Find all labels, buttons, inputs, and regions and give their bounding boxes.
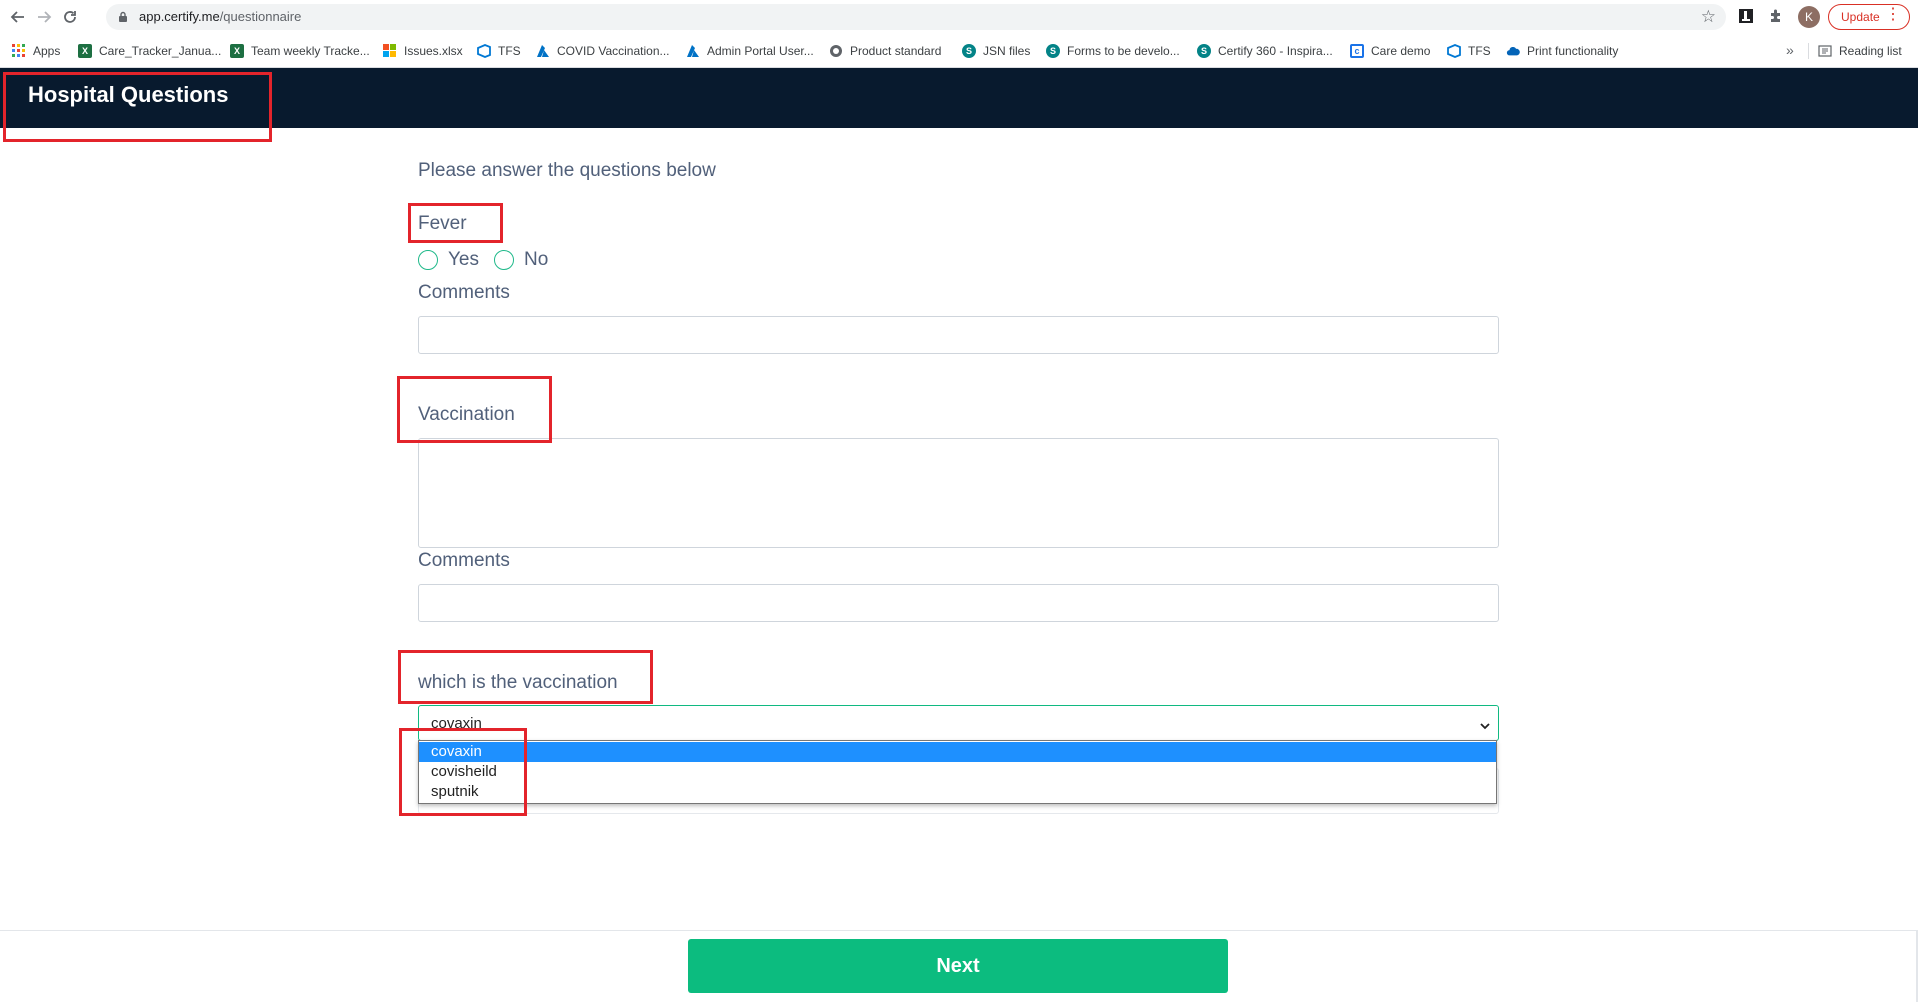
vaccination-dropdown-list: covaxin covisheild sputnik xyxy=(418,740,1497,804)
profile-avatar[interactable]: K xyxy=(1798,6,1820,28)
sharepoint-icon: S xyxy=(1046,44,1060,58)
url-text: app.certify.me/questionnaire xyxy=(139,9,302,24)
azure-devops-icon xyxy=(477,44,491,58)
bookmark-jsn-files[interactable]: S JSN files xyxy=(962,42,1030,60)
fever-comments-input[interactable] xyxy=(418,316,1499,354)
bookmark-label: Care demo xyxy=(1371,44,1431,58)
bookmarks-overflow-chevron[interactable]: » xyxy=(1786,42,1794,58)
bookmark-product-standard[interactable]: Product standard xyxy=(829,42,941,60)
bookmark-print-functionality[interactable]: Print functionality xyxy=(1506,42,1618,60)
bookmark-apps[interactable]: Apps xyxy=(12,42,60,60)
bookmark-care-tracker[interactable]: X Care_Tracker_Janua... xyxy=(78,42,221,60)
bookmark-certify-360[interactable]: S Certify 360 - Inspira... xyxy=(1197,42,1333,60)
bookmark-label: Product standard xyxy=(850,44,942,58)
reading-list-label: Reading list xyxy=(1839,44,1902,58)
azure-icon xyxy=(536,44,550,58)
form-intro-text: Please answer the questions below xyxy=(418,160,716,181)
excel-icon: X xyxy=(78,44,92,58)
bookmark-label: Forms to be develo... xyxy=(1067,44,1180,58)
page-title: Hospital Questions xyxy=(28,82,229,107)
azure-devops-icon xyxy=(1447,44,1461,58)
sharepoint-icon: S xyxy=(962,44,976,58)
bookmark-tfs[interactable]: TFS xyxy=(477,42,521,60)
azure-icon xyxy=(686,44,700,58)
bookmark-label: Care_Tracker_Janua... xyxy=(99,44,222,58)
bookmark-team-weekly-tracker[interactable]: X Team weekly Tracke... xyxy=(230,42,370,60)
bookmark-label: TFS xyxy=(1468,44,1491,58)
web-icon xyxy=(829,44,843,58)
bookmark-star-icon[interactable]: ☆ xyxy=(1701,7,1716,27)
office-icon xyxy=(383,44,397,58)
forward-arrow-icon[interactable] xyxy=(33,6,55,28)
bookmark-label: Certify 360 - Inspira... xyxy=(1218,44,1333,58)
chevron-down-icon xyxy=(1480,718,1490,730)
bookmarks-bar: Apps X Care_Tracker_Janua... X Team week… xyxy=(0,34,1918,68)
question-which-vaccination-label: which is the vaccination xyxy=(418,672,618,693)
bookmark-covid-vaccination[interactable]: COVID Vaccination... xyxy=(536,42,670,60)
app-icon: c xyxy=(1350,44,1364,58)
bookmark-label: Print functionality xyxy=(1527,44,1619,58)
reading-list-button[interactable]: Reading list xyxy=(1818,42,1902,60)
update-label: Update xyxy=(1841,10,1880,24)
fever-yes-radio[interactable] xyxy=(418,250,438,270)
bookmark-admin-portal[interactable]: Admin Portal User... xyxy=(686,42,814,60)
dropdown-option-covaxin[interactable]: covaxin xyxy=(419,742,1496,762)
browser-toolbar: app.certify.me/questionnaire ☆ K Update … xyxy=(0,0,1918,34)
bookmark-label: Team weekly Tracke... xyxy=(251,44,370,58)
dropdown-option-sputnik[interactable]: sputnik xyxy=(419,782,1496,802)
vaccination-comments-label: Comments xyxy=(418,550,510,571)
bookmark-care-demo[interactable]: c Care demo xyxy=(1350,42,1430,60)
lock-icon xyxy=(118,10,128,22)
update-button[interactable]: Update ⋮ xyxy=(1828,4,1910,30)
next-button[interactable]: Next xyxy=(688,939,1228,993)
bookmark-issues-xlsx[interactable]: Issues.xlsx xyxy=(383,42,463,60)
bookmark-forms-to-be-developed[interactable]: S Forms to be develo... xyxy=(1046,42,1180,60)
question-vaccination-label: Vaccination xyxy=(418,404,515,425)
fever-no-label[interactable]: No xyxy=(524,249,548,271)
back-arrow-icon[interactable] xyxy=(7,6,29,28)
onedrive-icon xyxy=(1506,44,1520,58)
select-current-value: covaxin xyxy=(431,715,482,732)
address-bar[interactable]: app.certify.me/questionnaire ☆ xyxy=(106,4,1726,30)
bookmark-label: Apps xyxy=(33,44,61,58)
extension-icon[interactable] xyxy=(1738,8,1756,26)
apps-grid-icon xyxy=(12,44,26,58)
vaccination-select[interactable]: covaxin xyxy=(418,705,1499,741)
fever-no-radio[interactable] xyxy=(494,250,514,270)
fever-yes-label[interactable]: Yes xyxy=(448,249,479,271)
sharepoint-icon: S xyxy=(1197,44,1211,58)
question-fever-label: Fever xyxy=(418,213,467,234)
excel-icon: X xyxy=(230,44,244,58)
bookmark-label: COVID Vaccination... xyxy=(557,44,670,58)
bookmark-label: Issues.xlsx xyxy=(404,44,463,58)
bookmark-label: JSN files xyxy=(983,44,1031,58)
vaccination-textarea[interactable] xyxy=(418,438,1499,548)
bookmark-label: TFS xyxy=(498,44,521,58)
app-header: Hospital Questions xyxy=(0,68,1918,128)
vaccination-comments-input[interactable] xyxy=(418,584,1499,622)
more-vertical-icon: ⋮ xyxy=(1885,6,1901,23)
reload-icon[interactable] xyxy=(59,6,81,28)
bookmark-tfs-2[interactable]: TFS xyxy=(1447,42,1491,60)
bookmarks-divider xyxy=(1808,43,1809,59)
reading-list-icon xyxy=(1818,44,1832,58)
bookmark-label: Admin Portal User... xyxy=(707,44,814,58)
dropdown-option-covisheild[interactable]: covisheild xyxy=(419,762,1496,782)
fever-comments-label: Comments xyxy=(418,282,510,303)
extensions-puzzle-icon[interactable] xyxy=(1768,8,1786,26)
